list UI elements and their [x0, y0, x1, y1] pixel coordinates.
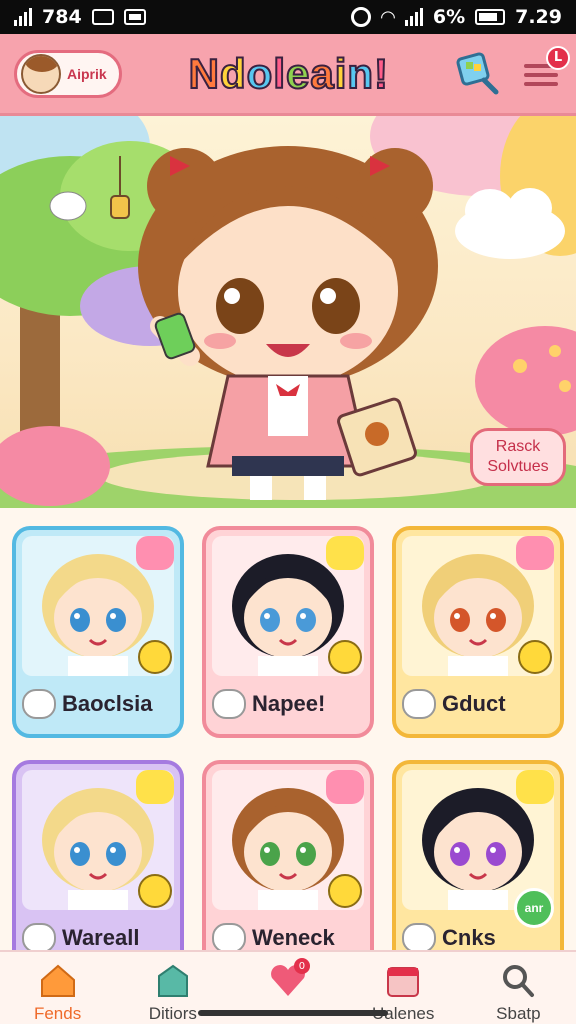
- character-card[interactable]: Napee!: [202, 526, 374, 738]
- sticker-icon: [136, 770, 174, 804]
- clock: 7.29: [515, 6, 562, 28]
- profile-button[interactable]: Aiprik: [14, 49, 122, 98]
- chick-icon: [518, 640, 552, 674]
- wifi-icon: ◠: [381, 6, 395, 28]
- hero-action-button[interactable]: Rasck Solvtues: [470, 428, 566, 486]
- status-left-text: 784: [42, 6, 82, 28]
- status-bar: 784 ◠ 6% 7.29: [0, 0, 576, 34]
- avatar: [21, 53, 61, 94]
- pet-icon: [22, 923, 56, 953]
- hero-banner: Rasck Solvtues: [0, 116, 576, 508]
- chick-icon: [138, 874, 172, 908]
- card-name: Cnks: [442, 925, 496, 950]
- card-name: Gduct: [442, 691, 506, 716]
- nav-label: Sbatp: [496, 1004, 541, 1023]
- battery-percent: 6%: [432, 6, 466, 28]
- chick-icon: [328, 640, 362, 674]
- sticker-icon: [136, 536, 174, 570]
- character-grid: Baoclsia Napee! Gduct Wareall Weneck anr Cnks: [12, 526, 564, 972]
- search-icon: [498, 962, 538, 998]
- notification-badge: L: [546, 45, 570, 70]
- pet-icon: [22, 689, 56, 719]
- battery-icon: [475, 9, 506, 25]
- signal-icon: [14, 8, 32, 26]
- menu-icon[interactable]: L: [522, 45, 570, 94]
- nav-item-search[interactable]: Sbatp: [461, 952, 576, 1024]
- card-name: Baoclsia: [62, 691, 153, 716]
- home-indicator[interactable]: [198, 1010, 388, 1016]
- pet-icon: [212, 923, 246, 953]
- pet-icon: [402, 689, 436, 719]
- nav-label: Fends: [33, 1004, 82, 1023]
- alarm-icon: [351, 7, 371, 27]
- character-card[interactable]: Weneck: [202, 760, 374, 972]
- app-header: Aiprik Nd o l e a i n! L: [0, 34, 576, 116]
- hero-action-line1: Rasck: [495, 438, 541, 455]
- pet-icon: [402, 923, 436, 953]
- sticker-icon: [516, 770, 554, 804]
- nav-item-home[interactable]: Fends: [0, 952, 115, 1024]
- sticker-icon: [326, 536, 364, 570]
- hero-action-line2: Solvtues: [487, 458, 549, 475]
- character-card[interactable]: anr Cnks: [392, 760, 564, 972]
- voicemail-icon: [91, 9, 114, 25]
- character-card[interactable]: Gduct: [392, 526, 564, 738]
- card-label-row: Gduct: [402, 682, 554, 726]
- home-icon: [38, 962, 78, 998]
- app-logo: Nd o l e a i n!: [188, 49, 390, 98]
- card-name: Weneck: [252, 925, 335, 950]
- chick-icon: [138, 640, 172, 674]
- calendar-icon: [383, 962, 423, 998]
- notification-icon: [123, 9, 146, 25]
- pet-icon: [212, 689, 246, 719]
- card-name: Napee!: [252, 691, 326, 716]
- sticker-icon: [516, 536, 554, 570]
- shop-icon: [153, 962, 193, 998]
- card-label-row: Baoclsia: [22, 682, 174, 726]
- heart-icon: 0: [268, 958, 310, 998]
- sticker-icon: [326, 770, 364, 804]
- nav-badge: 0: [293, 958, 310, 974]
- card-label-row: Napee!: [212, 682, 364, 726]
- profile-label: Aiprik: [67, 65, 107, 82]
- cell-signal-icon: [404, 8, 423, 26]
- character-card[interactable]: Baoclsia: [12, 526, 184, 738]
- nav-label: Ditiors: [148, 1004, 197, 1023]
- card-name: Wareall: [62, 925, 140, 950]
- map-search-icon[interactable]: [456, 51, 500, 96]
- chick-icon: [328, 874, 362, 908]
- character-card[interactable]: Wareall: [12, 760, 184, 972]
